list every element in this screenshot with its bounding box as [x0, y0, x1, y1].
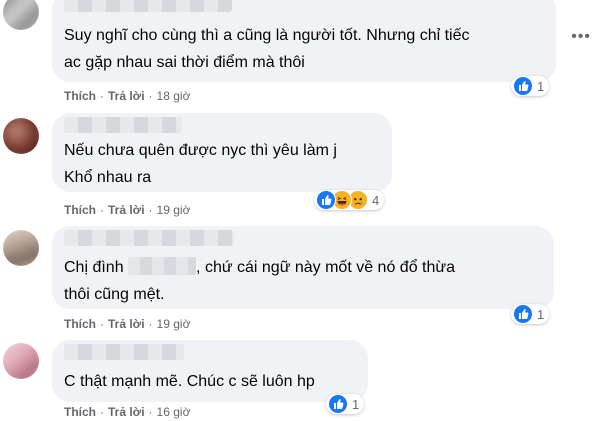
separator: ·: [148, 405, 153, 419]
comment-text-line: Chị đình , chứ cái ngữ này mốt về nó đổ …: [64, 254, 455, 281]
blurred-author-name: [64, 0, 232, 12]
timestamp[interactable]: 16 giờ: [157, 405, 191, 419]
separator: ·: [148, 89, 153, 103]
blurred-author-name: [64, 230, 234, 246]
reply-button[interactable]: Trả lời: [108, 317, 145, 331]
blurred-author-name: [64, 117, 182, 133]
timestamp[interactable]: 19 giờ: [157, 203, 191, 217]
separator: ·: [100, 203, 104, 217]
comment-text: , chứ cái ngữ này mốt về nó đổ thừa: [196, 259, 455, 276]
reaction-summary[interactable]: 1: [511, 304, 550, 324]
timestamp[interactable]: 18 giờ: [157, 89, 191, 103]
comment-text-line: thôi cũng mệt.: [64, 286, 165, 303]
reply-button[interactable]: Trả lời: [108, 203, 145, 217]
comment-actions: Thích · Trả lời · 18 giờ: [64, 89, 190, 103]
separator: ·: [100, 89, 104, 103]
avatar[interactable]: [3, 230, 39, 266]
like-reaction-icon: [513, 304, 533, 324]
separator: ·: [100, 317, 104, 331]
reply-button[interactable]: Trả lời: [108, 89, 145, 103]
reaction-count: 1: [352, 396, 360, 412]
separator: ·: [100, 405, 104, 419]
comment-actions: Thích · Trả lời · 16 giờ: [64, 405, 190, 419]
separator: ·: [148, 317, 153, 331]
like-button[interactable]: Thích: [64, 203, 96, 217]
separator: ·: [148, 203, 153, 217]
comment-text-line: C thật mạnh mẽ. Chúc c sẽ luôn hp: [64, 373, 315, 390]
comment-bubble: Nếu chưa quên được nyc thì yêu làm j Khổ…: [52, 113, 392, 192]
comment-text-line: ac gặp nhau sai thời điểm mà thôi: [64, 54, 305, 71]
like-button[interactable]: Thích: [64, 405, 96, 419]
comment-text-line: Khổ nhau ra: [64, 169, 152, 186]
comment-actions: Thích · Trả lời · 19 giờ: [64, 317, 190, 331]
more-options-icon[interactable]: •••: [571, 28, 591, 46]
timestamp[interactable]: 19 giờ: [157, 317, 191, 331]
avatar[interactable]: [3, 118, 39, 154]
reaction-summary[interactable]: 1: [326, 394, 365, 414]
reaction-count: 1: [537, 78, 545, 94]
like-reaction-icon: [316, 190, 336, 210]
reaction-count: 4: [372, 192, 380, 208]
like-reaction-icon: [513, 76, 533, 96]
reaction-summary[interactable]: 4: [314, 190, 385, 210]
avatar[interactable]: [3, 343, 39, 379]
reaction-summary[interactable]: 1: [511, 76, 550, 96]
avatar[interactable]: [3, 0, 39, 30]
comment-text-line: Nếu chưa quên được nyc thì yêu làm j: [64, 142, 337, 159]
like-button[interactable]: Thích: [64, 317, 96, 331]
comment-actions: Thích · Trả lời · 19 giờ: [64, 203, 190, 217]
comment-bubble: Suy nghĩ cho cùng thì a cũng là người tố…: [52, 0, 556, 82]
reply-button[interactable]: Trả lời: [108, 405, 145, 419]
reaction-count: 1: [537, 306, 545, 322]
comment-text-line: Suy nghĩ cho cùng thì a cũng là người tố…: [64, 27, 470, 44]
comment-text: Chị đình: [64, 259, 124, 276]
comment-bubble: Chị đình , chứ cái ngữ này mốt về nó đổ …: [52, 226, 554, 309]
like-reaction-icon: [328, 394, 348, 414]
blurred-author-name: [64, 344, 184, 360]
blurred-name: [128, 257, 197, 275]
comment-bubble: C thật mạnh mẽ. Chúc c sẽ luôn hp: [52, 340, 368, 402]
like-button[interactable]: Thích: [64, 89, 96, 103]
